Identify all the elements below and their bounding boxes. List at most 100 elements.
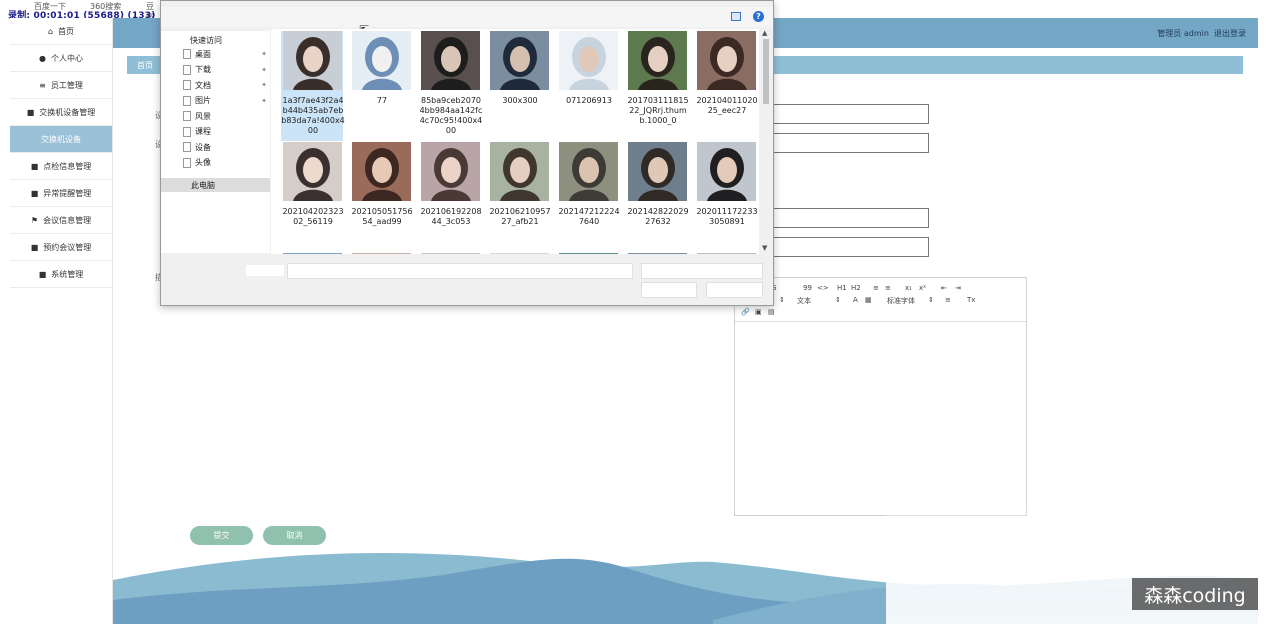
sidebar-item-label: 预约会议管理 <box>43 242 92 252</box>
bullet-list-button[interactable]: ≡ <box>885 284 891 292</box>
file-thumbnail[interactable]: 20210401102025_eec27 <box>695 31 758 131</box>
form-input-4[interactable] <box>764 237 929 257</box>
clear-format-button[interactable]: Tx <box>967 296 975 304</box>
link-icon[interactable]: 🔗 <box>741 308 750 316</box>
file-thumbnail[interactable]: 2021472122247640 <box>557 142 620 242</box>
file-thumbnail[interactable]: 2020111722333050891 <box>695 142 758 242</box>
user-name: 管理员 admin <box>1157 29 1209 38</box>
hand-icon: ■ <box>30 242 39 252</box>
image-icon[interactable]: ▣ <box>755 308 762 316</box>
photo-thumbnail-image <box>697 142 756 201</box>
font-color-button[interactable]: A <box>853 296 858 304</box>
video-icon[interactable]: ▤ <box>768 308 775 316</box>
nav-folder-item[interactable]: 设备 <box>183 140 269 154</box>
photo-thumbnail-image <box>352 31 411 90</box>
nav-folder-item[interactable]: 下载 ✦ <box>183 63 269 77</box>
file-thumbnail[interactable]: 071206913 <box>557 31 619 131</box>
form-input-1[interactable] <box>764 104 929 124</box>
file-name-label: 071206913 <box>566 96 612 105</box>
align-button[interactable]: ≡ <box>945 296 951 304</box>
sidebar-item[interactable]: ■ 异常提醒管理 <box>10 180 112 207</box>
file-name-label: 20210401102025_eec27 <box>696 96 758 115</box>
ordered-list-button[interactable]: ≡ <box>873 284 879 292</box>
sidebar-item[interactable]: ⚑ 会议信息管理 <box>10 207 112 234</box>
sidebar-item[interactable]: ■ 交换机设备管理 <box>10 99 112 126</box>
sidebar-item[interactable]: ■ 系统管理 <box>10 261 112 288</box>
home-icon: ⌂ <box>47 26 54 36</box>
filename-label <box>246 265 284 276</box>
user-icon: ● <box>39 53 46 63</box>
file-thumbnail[interactable]: 20214282202927632 <box>626 142 689 242</box>
sidebar-item[interactable]: 交换机设备 <box>10 126 112 153</box>
file-thumbnail[interactable]: 77 <box>350 31 412 131</box>
h1-button[interactable]: H1 <box>837 284 847 292</box>
sidebar-item[interactable]: ≡ 员工管理 <box>10 72 112 99</box>
nav-folder-item[interactable]: 头像 <box>183 156 269 170</box>
file-name-label: 20210420232302_56119 <box>282 207 344 226</box>
file-thumbnail[interactable]: 20210505175654_aad99 <box>350 142 413 242</box>
file-thumbnail[interactable]: 20210420232302_56119 <box>281 142 344 242</box>
pin-icon: ✦ <box>261 65 267 74</box>
nav-folder-item[interactable]: 课程 <box>183 125 269 139</box>
h2-button[interactable]: H2 <box>851 284 861 292</box>
nav-this-pc[interactable]: 此电脑 <box>161 178 270 192</box>
sidebar-item[interactable]: ● 个人中心 <box>10 45 112 72</box>
dialog-cancel-button[interactable] <box>706 282 763 298</box>
subscript-button[interactable]: x₁ <box>905 284 912 292</box>
nav-folder-item[interactable]: 图片 ✦ <box>183 94 269 108</box>
text-style-select[interactable]: 文本 <box>797 296 811 306</box>
scroll-down-icon[interactable]: ▼ <box>762 244 767 252</box>
nav-folder-label: 图片 <box>195 96 211 105</box>
chevron-down-icon[interactable]: ⇕ <box>835 296 841 304</box>
size-dropdown-arrow-icon[interactable]: ⇕ <box>779 296 785 304</box>
file-type-select[interactable] <box>641 263 763 279</box>
photo-thumbnail-image <box>559 142 618 201</box>
dialog-command-bar: ? <box>161 7 773 27</box>
file-thumbnail[interactable]: 20210619220844_3c053 <box>419 142 482 242</box>
indent-button[interactable]: ⇥ <box>955 284 961 292</box>
sidebar-item-label: 首页 <box>58 26 75 36</box>
nav-folder-item[interactable]: 文档 ✦ <box>183 78 269 92</box>
nav-folder-item[interactable]: 桌面 ✦ <box>183 47 269 61</box>
file-name-label: 20210619220844_3c053 <box>420 207 482 226</box>
rich-text-editor[interactable]: G 99 <> H1 H2 ≡ ≡ x₁ x² ⇤ ⇥ ⇕ 文本 ⇕ A ▦ 标… <box>734 277 1027 516</box>
form-input-2[interactable] <box>764 133 929 153</box>
sidebar-item[interactable]: ⌂ 首页 <box>10 18 112 45</box>
breadcrumb-home[interactable]: 首页 <box>137 60 153 71</box>
superscript-button[interactable]: x² <box>919 284 926 292</box>
scrollbar-thumb[interactable] <box>763 39 769 104</box>
form-input-3[interactable] <box>764 208 929 228</box>
photo-thumbnail-image <box>559 31 618 90</box>
file-name-label: 1a3f7ae43f2a4b44b435ab7ebb83da7a!400x400 <box>281 96 345 135</box>
open-button[interactable] <box>641 282 697 298</box>
font-family-select[interactable]: 标准字体 <box>887 296 915 306</box>
file-thumbnail[interactable]: 20210621095727_afb21 <box>488 142 551 242</box>
file-thumbnail[interactable]: 20170311181522_JQRrj.thumb.1000_0 <box>626 31 689 131</box>
code-button[interactable]: <> <box>817 284 829 292</box>
nav-folder-item[interactable]: 风景 <box>183 109 269 123</box>
view-mode-icon[interactable] <box>731 12 741 21</box>
quote-button[interactable]: 99 <box>803 284 812 292</box>
file-thumbnail[interactable]: 1a3f7ae43f2a4b44b435ab7ebb83da7a!400x400 <box>281 31 345 141</box>
logout-link[interactable]: 退出登录 <box>1214 29 1246 38</box>
file-name-label: 300x300 <box>502 96 538 105</box>
help-icon[interactable]: ? <box>753 11 764 22</box>
file-thumbnail[interactable]: 85ba9ceb20704bb984aa142fc4c70c95!400x400 <box>419 31 482 135</box>
navigation-pane: 快速访问 桌面 ✦ 下载 ✦ 文档 ✦ 图片 ✦ 风景 课程 设备 头像 此电脑 <box>161 31 270 253</box>
quick-access-label[interactable]: 快速访问 <box>190 35 222 46</box>
browser-bookmark-strip: 百度一下 360搜索 豆瓣 录制: 00:01:01 (55688) (133) <box>0 0 160 22</box>
outdent-button[interactable]: ⇤ <box>941 284 947 292</box>
video-icon: ■ <box>30 161 39 171</box>
sidebar-item[interactable]: ■ 预约会议管理 <box>10 234 112 261</box>
sidebar-item-label: 系统管理 <box>51 269 84 279</box>
background-color-button[interactable]: ▦ <box>865 296 872 304</box>
chevron-down-icon[interactable]: ⇕ <box>928 296 934 304</box>
file-open-dialog: ? ⇱ 快速访问 桌面✦下载✦文档✦图片✦风景课程设备头像此电脑 1a3f7ae… <box>160 0 774 306</box>
file-grid-scrollbar[interactable]: ▲ ▼ <box>759 29 773 254</box>
sidebar-item[interactable]: ■ 点检信息管理 <box>10 153 112 180</box>
file-icon <box>183 142 191 152</box>
filename-input[interactable] <box>287 263 633 279</box>
file-thumbnail[interactable]: 300x300 <box>488 31 550 131</box>
scroll-up-icon[interactable]: ▲ <box>762 29 767 37</box>
file-name-label: 85ba9ceb20704bb984aa142fc4c70c95!400x400 <box>419 96 483 135</box>
